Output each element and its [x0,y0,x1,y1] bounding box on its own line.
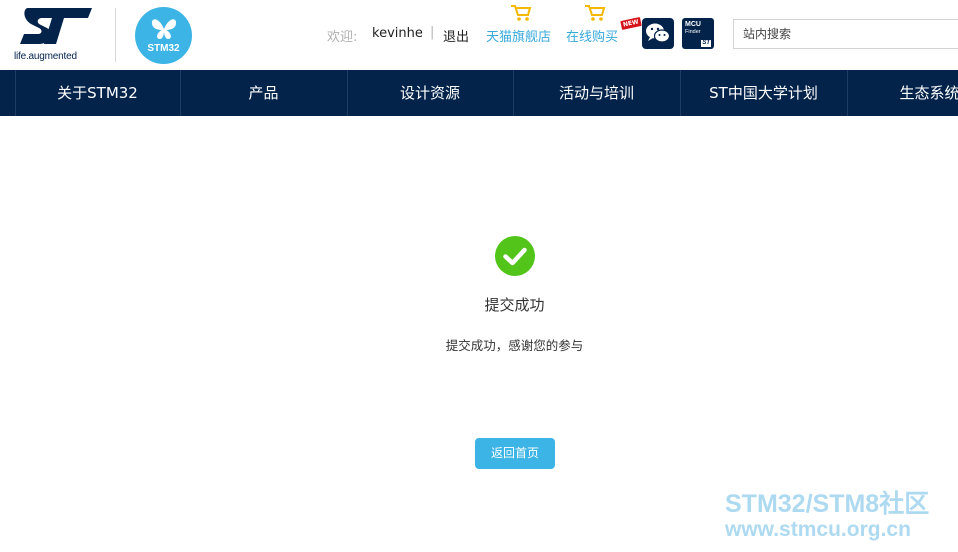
tmall-store-link[interactable]: 天猫旗舰店 [486,26,551,45]
separator: | [430,25,435,40]
butterfly-icon [151,19,177,39]
site-search-input[interactable] [733,19,958,49]
mcu-finder-title: MCU [685,21,701,28]
welcome-label: 欢迎: [327,30,358,45]
st-logo[interactable]: life.augmented [14,6,98,64]
st-logo-icon [20,8,92,44]
wechat-icon [646,23,671,43]
return-home-button[interactable]: 返回首页 [475,438,555,469]
badge-label: STM32 [147,43,180,54]
mcu-finder-st-logo: ST [701,40,711,47]
page: life.augmented STM32 欢迎: kevinhe | 退出 天猫… [0,0,958,552]
cart-icon [511,5,532,21]
logo-divider [115,8,116,62]
nav-item-events-training[interactable]: 活动与培训 [513,70,680,116]
success-check-icon [495,236,535,276]
buy-online-link[interactable]: 在线购买 [566,26,618,45]
nav-item-about-stm32[interactable]: 关于STM32 [15,70,180,116]
site-header: life.augmented STM32 欢迎: kevinhe | 退出 天猫… [0,0,958,70]
logout-link[interactable]: 退出 [443,26,469,45]
wechat-button[interactable] [642,18,674,49]
stm32-badge[interactable]: STM32 [135,7,192,64]
nav-item-products[interactable]: 产品 [180,70,347,116]
result-title: 提交成功 [484,296,545,314]
site-watermark: STM32/STM8社区 www.stmcu.org.cn [725,490,955,542]
watermark-line1: STM32/STM8社区 [725,490,930,518]
nav-item-ecosystem[interactable]: 生态系统 [847,70,958,116]
mcu-finder-button[interactable]: MCU Finder ST [682,18,714,49]
username[interactable]: kevinhe [372,26,423,41]
main-nav: 关于STM32 产品 设计资源 活动与培训 ST中国大学计划 生态系统 [0,70,958,116]
nav-item-university-program[interactable]: ST中国大学计划 [680,70,847,116]
brand-tagline: life.augmented [14,51,77,62]
result-message: 提交成功，感谢您的参与 [445,338,584,353]
mcu-finder-subtitle: Finder [685,29,701,35]
cart-icon [585,5,606,21]
watermark-line2: www.stmcu.org.cn [725,518,911,541]
nav-item-design-resources[interactable]: 设计资源 [347,70,513,116]
new-badge: NEW [620,17,642,30]
